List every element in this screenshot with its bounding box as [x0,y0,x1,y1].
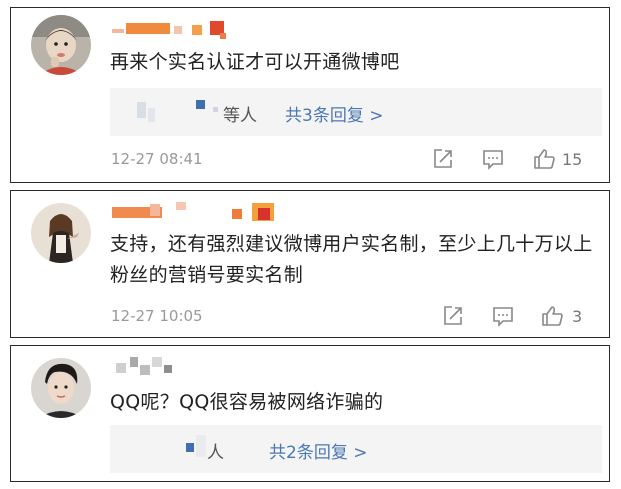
action-bar: 15 [431,147,589,171]
comment-text: 再来个实名认证才可以开通微博吧 [110,51,400,73]
share-icon[interactable] [441,304,465,328]
comment-text: 支持，还有强烈建议微博用户实名制，至少上几十万以上粉丝的营销号要实名制 [110,233,593,286]
avatar[interactable] [31,203,91,263]
reply-preview[interactable]: 人 共2条回复 > [110,425,602,473]
like-count: 3 [572,307,583,326]
action-bar: 3 [441,304,589,328]
comment-card: 再来个实名认证才可以开通微博吧 等人 共3条回复 > 12-27 08:41 1… [10,7,610,183]
reply-names-suffix: 等人 [223,106,257,126]
avatar[interactable] [31,15,91,75]
avatar[interactable] [31,358,91,418]
view-replies-link[interactable]: 共2条回复 > [269,438,367,463]
like-icon[interactable] [533,147,557,171]
comment-timestamp: 12-27 08:41 [111,150,203,168]
share-icon[interactable] [431,147,455,171]
view-replies-link[interactable]: 共3条回复 > [285,101,383,126]
like-icon[interactable] [541,304,565,328]
reply-names-suffix: 人 [207,443,224,463]
reply-preview[interactable]: 等人 共3条回复 > [110,88,602,136]
comment-text: QQ呢？QQ很容易被网络诈骗的 [110,391,384,413]
comment-timestamp: 12-27 10:05 [111,307,203,325]
comment-icon[interactable] [491,304,515,328]
comment-icon[interactable] [481,147,505,171]
like-count: 15 [562,150,583,169]
comment-card: 支持，还有强烈建议微博用户实名制，至少上几十万以上粉丝的营销号要实名制 12-2… [10,190,610,338]
comment-card: QQ呢？QQ很容易被网络诈骗的 人 共2条回复 > [10,345,610,482]
